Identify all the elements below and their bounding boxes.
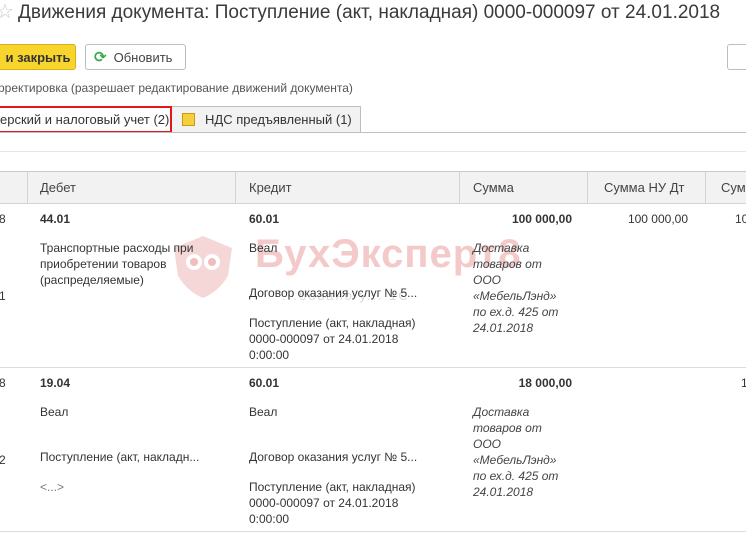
column-separator — [27, 172, 28, 203]
row-1-debit-account[interactable]: 44.01 — [40, 211, 70, 227]
row-1-debit-subconto[interactable]: Транспортные расходы при приобретении то… — [40, 240, 193, 288]
column-separator — [459, 172, 460, 203]
row-2-credit-doc-line: 0000-000097 от 24.01.2018 — [249, 496, 399, 510]
tab-vat-label: НДС предъявленный (1) — [205, 112, 352, 127]
refresh-button[interactable]: ⟳ Обновить — [85, 44, 186, 70]
column-separator — [705, 172, 706, 203]
row-2-content-line: ООО — [473, 437, 502, 451]
register-icon — [182, 113, 195, 126]
window-title: Движения документа: Поступление (акт, на… — [18, 2, 721, 23]
row-1-content-line: «МебельЛэнд» — [473, 289, 557, 303]
row-1-number-top: 8 — [0, 212, 6, 226]
row-2-debit-account[interactable]: 19.04 — [40, 375, 70, 391]
row-1-debit-line: приобретении товаров — [40, 257, 167, 271]
column-header-sum-cut[interactable]: Сум — [721, 172, 746, 203]
row-2-number-top: 8 — [0, 376, 6, 390]
column-header-sum-nu-dt[interactable]: Сумма НУ Дт — [604, 172, 684, 203]
column-separator — [235, 172, 236, 203]
row-1-content-line: 24.01.2018 — [473, 321, 534, 335]
row-2-credit-subconto-3[interactable]: Поступление (акт, накладная) 0000-000097… — [249, 479, 416, 527]
row-1-credit-subconto-2[interactable]: Договор оказания услуг № 5... — [249, 285, 417, 301]
tab-accounting[interactable]: ерский и налоговый учет (2) — [0, 106, 172, 133]
refresh-icon: ⟳ — [94, 49, 107, 66]
row-2-content-line: Доставка — [473, 405, 530, 419]
row-1-credit-account[interactable]: 60.01 — [249, 211, 279, 227]
row-separator — [0, 367, 746, 368]
row-2-sum[interactable]: 18 000,00 — [472, 375, 572, 391]
row-2-last-col[interactable]: 1 — [741, 375, 746, 391]
column-separator — [587, 172, 588, 203]
row-separator — [0, 531, 746, 532]
row-1-credit-doc-line: Поступление (акт, накладная) — [249, 316, 416, 330]
row-2-content-line: «МебельЛэнд» — [473, 453, 557, 467]
row-1-debit-line: Транспортные расходы при — [40, 241, 194, 255]
row-2-content-line: 24.01.2018 — [473, 485, 534, 499]
row-1-last-col[interactable]: 10 — [735, 211, 746, 227]
row-2-number-bottom: 2 — [0, 453, 6, 467]
row-1-sum-nu[interactable]: 100 000,00 — [588, 211, 688, 227]
row-2-credit-account[interactable]: 60.01 — [249, 375, 279, 391]
row-1-content[interactable]: Доставка товаров от ООО «МебельЛэнд» по … — [473, 240, 558, 336]
row-1-content-line: товаров от — [473, 257, 542, 271]
row-2-content[interactable]: Доставка товаров от ООО «МебельЛэнд» по … — [473, 404, 558, 500]
post-and-close-button[interactable]: и закрыть — [0, 44, 76, 70]
post-and-close-label: и закрыть — [5, 49, 71, 65]
row-1-sum[interactable]: 100 000,00 — [472, 211, 572, 227]
more-button[interactable] — [727, 44, 746, 70]
row-2-credit-subconto-1[interactable]: Веал — [249, 404, 277, 420]
toolbar-divider — [0, 151, 746, 152]
refresh-label: Обновить — [113, 49, 173, 65]
manual-edit-hint[interactable]: рректировка (разрешает редактирование дв… — [0, 81, 353, 95]
row-2-credit-doc-line: 0:00:00 — [249, 512, 290, 526]
row-1-credit-subconto-1[interactable]: Веал — [249, 240, 277, 256]
row-1-content-line: Доставка — [473, 241, 530, 255]
row-2-credit-subconto-2[interactable]: Договор оказания услуг № 5... — [249, 449, 417, 465]
row-2-content-line: по ех.д. 425 от — [473, 469, 559, 483]
column-header-credit[interactable]: Кредит — [249, 172, 292, 203]
row-2-debit-empty[interactable]: <...> — [40, 479, 64, 495]
row-1-credit-doc-line: 0000-000097 от 24.01.2018 — [249, 332, 399, 346]
row-1-number-bottom: 1 — [0, 289, 6, 303]
row-2-debit-subconto-1[interactable]: Веал — [40, 404, 68, 420]
row-2-content-line: товаров от — [473, 421, 542, 435]
row-1-content-line: ООО — [473, 273, 502, 287]
tab-accounting-label: ерский и налоговый учет (2) — [0, 112, 170, 127]
favorite-star-icon[interactable]: ☆ — [0, 0, 14, 24]
row-1-debit-line: (распределяемые) — [40, 273, 144, 287]
column-header-sum[interactable]: Сумма — [473, 172, 514, 203]
row-2-credit-doc-line: Поступление (акт, накладная) — [249, 480, 416, 494]
row-2-debit-subconto-3[interactable]: Поступление (акт, накладн... — [40, 449, 199, 465]
row-1-credit-subconto-3[interactable]: Поступление (акт, накладная) 0000-000097… — [249, 315, 416, 363]
tab-vat[interactable]: НДС предъявленный (1) — [172, 106, 361, 133]
tab-divider — [0, 132, 746, 133]
row-1-content-line: по ех.д. 425 от — [473, 305, 559, 319]
row-1-credit-doc-line: 0:00:00 — [249, 348, 290, 362]
column-header-debit[interactable]: Дебет — [40, 172, 76, 203]
